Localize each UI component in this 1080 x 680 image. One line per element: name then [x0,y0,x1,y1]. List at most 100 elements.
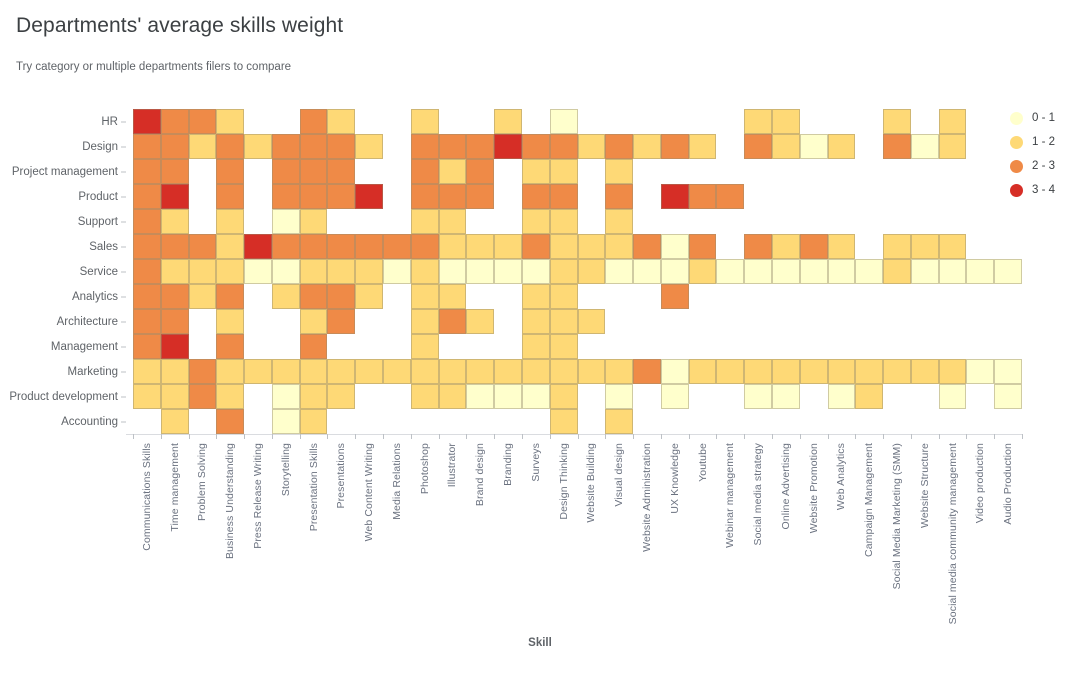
heatmap-cell[interactable] [660,184,689,209]
heatmap-cell[interactable] [910,259,939,284]
heatmap-cell[interactable] [355,284,384,309]
heatmap-cell[interactable] [216,359,245,384]
heatmap-cell[interactable] [688,359,717,384]
heatmap-cell[interactable] [299,134,328,159]
heatmap-cell[interactable] [133,234,161,259]
heatmap-cell[interactable] [577,134,606,159]
heatmap-cell[interactable] [549,184,578,209]
heatmap-cell[interactable] [271,284,300,309]
heatmap-cell[interactable] [827,234,856,259]
heatmap-cell[interactable] [799,259,828,284]
heatmap-cell[interactable] [855,259,884,284]
heatmap-cell[interactable] [883,359,911,384]
heatmap-cell[interactable] [244,359,272,384]
heatmap-cell[interactable] [660,234,689,259]
heatmap-cell[interactable] [327,234,356,259]
heatmap-cell[interactable] [299,384,328,409]
heatmap-cell[interactable] [327,359,356,384]
heatmap-cell[interactable] [160,359,189,384]
heatmap-cell[interactable] [160,134,189,159]
heatmap-cell[interactable] [633,134,661,159]
heatmap-cell[interactable] [827,384,856,409]
heatmap-cell[interactable] [216,284,245,309]
heatmap-cell[interactable] [494,259,522,284]
heatmap-cell[interactable] [410,309,439,334]
heatmap-cell[interactable] [244,259,272,284]
heatmap-cell[interactable] [799,134,828,159]
heatmap-cell[interactable] [133,159,161,184]
heatmap-cell[interactable] [438,284,467,309]
heatmap-cell[interactable] [938,109,967,134]
heatmap-cell[interactable] [271,209,300,234]
heatmap-cell[interactable] [160,209,189,234]
heatmap-cell[interactable] [299,184,328,209]
heatmap-cell[interactable] [660,384,689,409]
legend-item[interactable]: 2 - 3 [1010,154,1080,178]
heatmap-cell[interactable] [633,234,661,259]
heatmap-cell[interactable] [688,259,717,284]
heatmap-cell[interactable] [771,134,800,159]
heatmap-cell[interactable] [410,159,439,184]
heatmap-cell[interactable] [160,159,189,184]
heatmap-cell[interactable] [133,334,161,359]
heatmap-cell[interactable] [244,134,272,159]
heatmap-cell[interactable] [299,309,328,334]
heatmap-cell[interactable] [410,209,439,234]
heatmap-cell[interactable] [133,359,161,384]
heatmap-cell[interactable] [910,359,939,384]
heatmap-cell[interactable] [883,109,911,134]
heatmap-cell[interactable] [188,359,217,384]
heatmap-cell[interactable] [660,284,689,309]
heatmap-cell[interactable] [327,309,356,334]
heatmap-cell[interactable] [410,109,439,134]
heatmap-cell[interactable] [133,109,161,134]
heatmap-cell[interactable] [271,409,300,434]
heatmap-cell[interactable] [938,259,967,284]
heatmap-cell[interactable] [771,234,800,259]
heatmap-cell[interactable] [744,134,772,159]
heatmap-cell[interactable] [216,109,245,134]
heatmap-cell[interactable] [938,384,967,409]
heatmap-cell[interactable] [160,284,189,309]
heatmap-cell[interactable] [271,359,300,384]
heatmap-cell[interactable] [605,209,634,234]
heatmap-cell[interactable] [355,359,384,384]
heatmap-cell[interactable] [271,234,300,259]
heatmap-cell[interactable] [133,209,161,234]
heatmap-cell[interactable] [521,209,550,234]
heatmap-cell[interactable] [160,309,189,334]
heatmap-cell[interactable] [521,134,550,159]
heatmap-cell[interactable] [216,334,245,359]
heatmap-cell[interactable] [438,359,467,384]
heatmap-cell[interactable] [271,134,300,159]
heatmap-cell[interactable] [355,259,384,284]
heatmap-cell[interactable] [438,309,467,334]
heatmap-cell[interactable] [521,234,550,259]
heatmap-cell[interactable] [549,109,578,134]
heatmap-cell[interactable] [938,134,967,159]
heatmap-cell[interactable] [966,259,995,284]
heatmap-cell[interactable] [466,159,495,184]
heatmap-cell[interactable] [160,409,189,434]
heatmap-cell[interactable] [438,234,467,259]
heatmap-cell[interactable] [355,184,384,209]
heatmap-cell[interactable] [827,259,856,284]
heatmap-cell[interactable] [299,234,328,259]
heatmap-cell[interactable] [216,384,245,409]
heatmap-cell[interactable] [271,159,300,184]
heatmap-cell[interactable] [744,234,772,259]
heatmap-cell[interactable] [883,134,911,159]
heatmap-cell[interactable] [910,134,939,159]
heatmap-cell[interactable] [605,409,634,434]
heatmap-cell[interactable] [910,234,939,259]
heatmap-cell[interactable] [716,184,745,209]
heatmap-cell[interactable] [216,184,245,209]
heatmap-cell[interactable] [327,109,356,134]
legend-item[interactable]: 0 - 1 [1010,106,1080,130]
heatmap-cell[interactable] [521,184,550,209]
heatmap-cell[interactable] [133,134,161,159]
heatmap-cell[interactable] [410,284,439,309]
heatmap-cell[interactable] [410,359,439,384]
heatmap-cell[interactable] [383,234,411,259]
heatmap-cell[interactable] [216,134,245,159]
